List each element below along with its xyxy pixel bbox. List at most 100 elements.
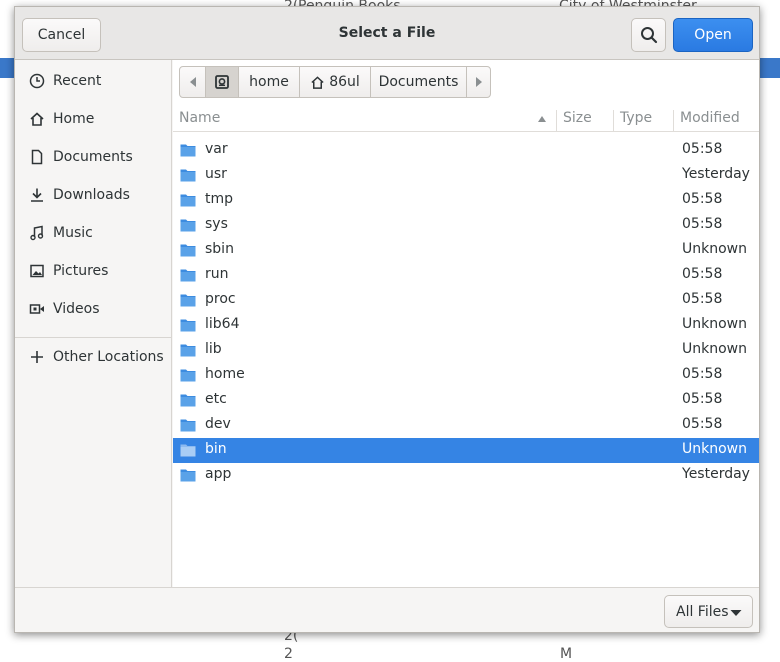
file-modified: Yesterday (682, 166, 750, 182)
file-row[interactable]: bin Unknown (173, 438, 759, 463)
background-window-strip (760, 58, 780, 78)
sidebar-item-label: Pictures (53, 263, 109, 279)
file-row[interactable]: tmp 05:58 (173, 188, 759, 213)
folder-icon (180, 194, 196, 207)
sidebar-item-label: Other Locations (53, 349, 164, 365)
file-modified: 05:58 (682, 416, 723, 432)
path-segment-documents[interactable]: Documents (370, 66, 467, 98)
path-root-button[interactable] (205, 66, 239, 98)
file-filter-label: All Files (676, 603, 729, 620)
folder-icon (180, 144, 196, 157)
file-row[interactable]: etc 05:58 (173, 388, 759, 413)
column-divider (556, 110, 557, 132)
background-text: 2 (284, 646, 293, 662)
folder-icon (180, 269, 196, 282)
sort-ascending-icon (538, 116, 546, 122)
header-bar: Cancel Select a File Open (15, 7, 759, 60)
file-modified: Unknown (682, 341, 747, 357)
open-button[interactable]: Open (673, 18, 753, 52)
plus-icon (31, 351, 43, 363)
path-segment-label: 86ul (329, 74, 360, 90)
file-row[interactable]: var 05:58 (173, 138, 759, 163)
home-icon (311, 75, 324, 89)
footer-bar: All Files (15, 587, 759, 632)
folder-icon (180, 319, 196, 332)
file-modified: 05:58 (682, 366, 723, 382)
file-modified: 05:58 (682, 291, 723, 307)
file-name: run (205, 266, 229, 282)
path-segment-home[interactable]: home (238, 66, 300, 98)
sidebar-item-pictures[interactable]: Pictures (15, 253, 171, 289)
recent-icon (29, 73, 45, 89)
file-name: var (205, 141, 228, 157)
sidebar-item-documents[interactable]: Documents (15, 139, 171, 175)
sidebar-separator (15, 337, 171, 338)
file-name: tmp (205, 191, 234, 207)
background-window-strip (0, 58, 14, 78)
folder-icon (180, 344, 196, 357)
file-modified: 05:58 (682, 391, 723, 407)
file-row[interactable]: home 05:58 (173, 363, 759, 388)
sidebar-item-music[interactable]: Music (15, 215, 171, 251)
file-name: usr (205, 166, 227, 182)
sidebar-item-label: Documents (53, 149, 133, 165)
path-back-button[interactable] (179, 66, 206, 98)
file-list-pane: home 86ul Documents Name Size Type Modif… (173, 60, 759, 587)
file-name: app (205, 466, 232, 482)
sidebar-item-label: Videos (53, 301, 100, 317)
document-icon (31, 149, 43, 165)
folder-icon (180, 419, 196, 432)
path-bar: home 86ul Documents (179, 66, 491, 98)
column-size-header[interactable]: Size (563, 110, 592, 126)
videos-icon (29, 304, 44, 314)
sidebar-item-other-locations[interactable]: Other Locations (15, 339, 171, 375)
file-row[interactable]: proc 05:58 (173, 288, 759, 313)
file-row[interactable]: dev 05:58 (173, 413, 759, 438)
file-modified: 05:58 (682, 191, 723, 207)
path-segment-label: home (249, 74, 289, 90)
file-modified: 05:58 (682, 141, 723, 157)
sidebar-item-home[interactable]: Home (15, 101, 171, 137)
search-icon (640, 27, 657, 44)
path-forward-button[interactable] (466, 66, 491, 98)
sidebar-item-recent[interactable]: Recent (15, 63, 171, 99)
path-segment-label: Documents (378, 74, 459, 90)
column-name-header[interactable]: Name (179, 110, 220, 126)
home-icon (30, 112, 44, 126)
column-divider (613, 110, 614, 132)
file-name: sbin (205, 241, 234, 257)
chevron-down-icon (730, 610, 742, 616)
file-name: sys (205, 216, 228, 232)
sidebar-item-label: Recent (53, 73, 102, 89)
sidebar-item-videos[interactable]: Videos (15, 291, 171, 327)
file-name: proc (205, 291, 236, 307)
folder-icon (180, 394, 196, 407)
file-row[interactable]: app Yesterday (173, 463, 759, 488)
sidebar-item-downloads[interactable]: Downloads (15, 177, 171, 213)
file-filter-dropdown[interactable]: All Files (664, 595, 753, 628)
drive-icon (215, 75, 229, 89)
file-modified: Unknown (682, 316, 747, 332)
file-row[interactable]: usr Yesterday (173, 163, 759, 188)
column-modified-header[interactable]: Modified (680, 110, 740, 126)
file-modified: 05:58 (682, 266, 723, 282)
file-name: etc (205, 391, 227, 407)
file-modified: 05:58 (682, 216, 723, 232)
sidebar-item-label: Home (53, 111, 95, 127)
folder-icon (180, 369, 196, 382)
file-name: home (205, 366, 245, 382)
pictures-icon (30, 264, 44, 278)
folder-icon (180, 444, 196, 457)
file-row[interactable]: lib Unknown (173, 338, 759, 363)
sidebar-item-label: Downloads (53, 187, 130, 203)
file-row[interactable]: run 05:58 (173, 263, 759, 288)
background-text: M (560, 646, 573, 662)
file-row[interactable]: sbin Unknown (173, 238, 759, 263)
music-icon (30, 225, 44, 241)
search-button[interactable] (631, 18, 666, 52)
path-segment-user[interactable]: 86ul (299, 66, 371, 98)
file-row[interactable]: sys 05:58 (173, 213, 759, 238)
file-name: dev (205, 416, 231, 432)
column-type-header[interactable]: Type (620, 110, 652, 126)
file-row[interactable]: lib64 Unknown (173, 313, 759, 338)
